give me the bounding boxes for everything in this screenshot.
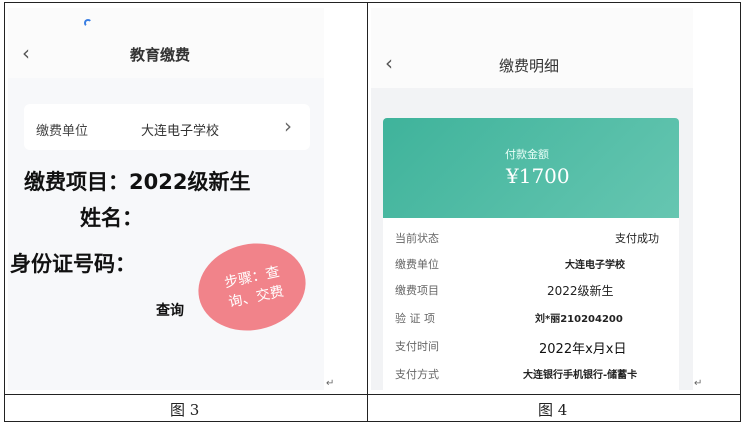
amount-label: 付款金额 [505, 148, 549, 161]
paragraph-mark: ↵ [326, 378, 335, 389]
name-line: 姓名： [80, 206, 143, 230]
nav-bar [8, 8, 324, 78]
page-title: 缴费明细 [499, 57, 560, 75]
figure4-caption: 图 4 [538, 401, 568, 419]
detail-row: 缴费单位 大连电子学校 [383, 252, 679, 278]
detail-key: 缴费项目 [395, 284, 439, 297]
detail-row: 缴费项目 2022级新生 [383, 278, 679, 304]
detail-list: 当前状态 支付成功 缴费单位 大连电子学校 缴费项目 2022级新生 验 证 项… [383, 218, 679, 390]
chevron-right-icon: › [284, 114, 292, 138]
detail-key: 当前状态 [395, 232, 439, 245]
detail-value: 支付成功 [615, 232, 659, 245]
detail-key: 缴费单位 [395, 258, 439, 271]
detail-key: 支付方式 [395, 368, 439, 381]
loading-icon [84, 19, 92, 27]
payment-unit-row[interactable]: 缴费单位 大连电子学校 › [24, 104, 310, 150]
figure3-caption: 图 3 [170, 401, 200, 419]
amount-value: ¥1700 [506, 164, 570, 188]
payment-unit-label: 缴费单位 [36, 124, 89, 139]
detail-value: 2022级新生 [547, 284, 614, 298]
education-payment-screen: ‹ 教育缴费 缴费单位 大连电子学校 › 缴费项目：2022级新生 姓名： 身份… [8, 8, 324, 390]
payment-detail-screen: ‹ 缴费明细 付款金额 ¥1700 当前状态 支付成功 缴费单位 大连电子学校 … [371, 8, 693, 390]
detail-value: 2022年x月x日 [539, 342, 627, 357]
id-number-line: 身份证号码： [10, 252, 136, 276]
back-chevron-icon[interactable]: ‹ [22, 41, 30, 65]
paragraph-mark: ↵ [694, 378, 703, 389]
page-title: 教育缴费 [130, 46, 191, 64]
detail-row: 验 证 项 刘*丽210204200 [383, 306, 679, 332]
detail-value: 刘*丽210204200 [535, 314, 623, 325]
nav-bar [371, 8, 693, 88]
payment-unit-value: 大连电子学校 [141, 124, 220, 139]
amount-banner: 付款金额 ¥1700 [383, 118, 679, 218]
detail-key: 验 证 项 [395, 312, 435, 325]
detail-value: 大连电子学校 [565, 260, 625, 271]
detail-key: 支付时间 [395, 340, 439, 353]
detail-row: 支付方式 大连银行手机银行-储蓄卡 [383, 362, 679, 388]
query-button[interactable]: 查询 [156, 300, 184, 320]
detail-row: 支付时间 2022年x月x日 [383, 334, 679, 360]
detail-row: 当前状态 支付成功 [383, 226, 679, 252]
project-line: 缴费项目：2022级新生 [24, 170, 251, 194]
back-chevron-icon[interactable]: ‹ [385, 51, 393, 75]
detail-value: 大连银行手机银行-储蓄卡 [523, 370, 638, 381]
